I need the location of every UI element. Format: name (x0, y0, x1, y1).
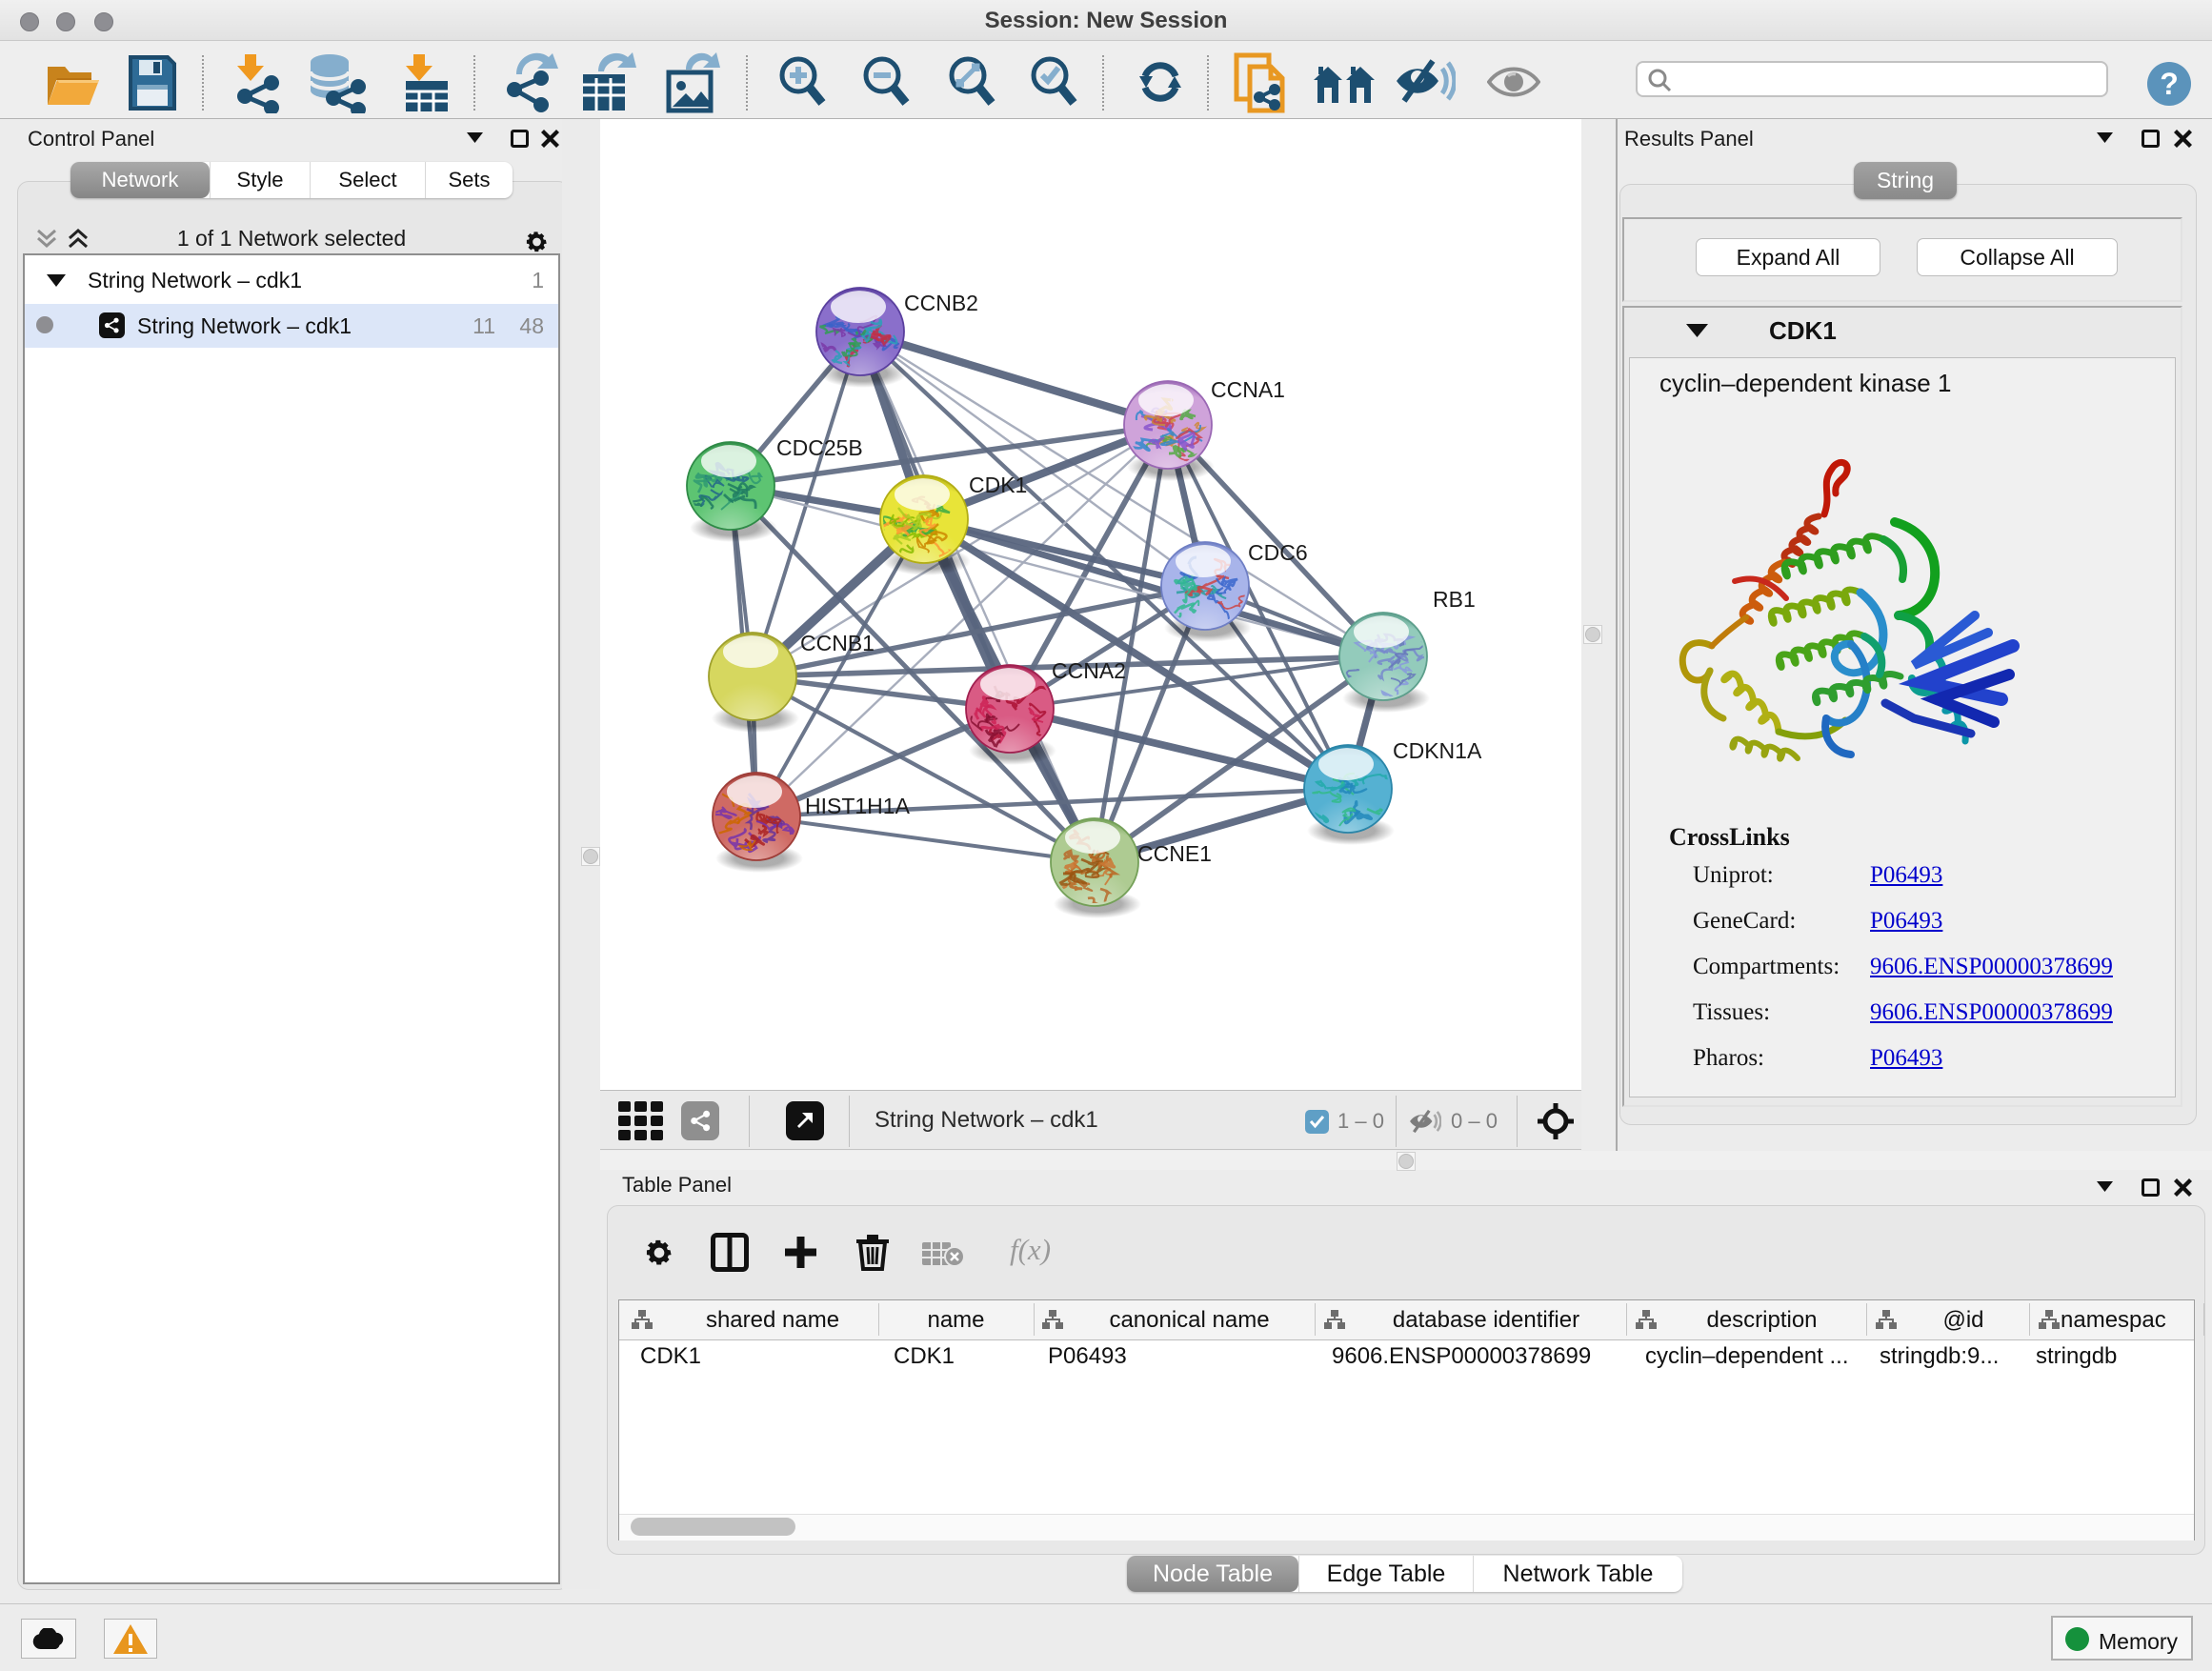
svg-text:CDK1: CDK1 (969, 473, 1027, 497)
svg-text:CCNA1: CCNA1 (1211, 377, 1285, 402)
svg-text:CCNB1: CCNB1 (800, 631, 875, 655)
svg-text:CCNB2: CCNB2 (904, 291, 978, 315)
svg-text:CDC6: CDC6 (1248, 540, 1308, 565)
svg-text:CDKN1A: CDKN1A (1393, 738, 1482, 763)
svg-text:CCNA2: CCNA2 (1052, 658, 1126, 683)
svg-text:RB1: RB1 (1433, 587, 1476, 612)
svg-text:CDC25B: CDC25B (776, 435, 863, 460)
svg-text:CCNE1: CCNE1 (1137, 841, 1212, 866)
svg-text:HIST1H1A: HIST1H1A (805, 794, 911, 818)
